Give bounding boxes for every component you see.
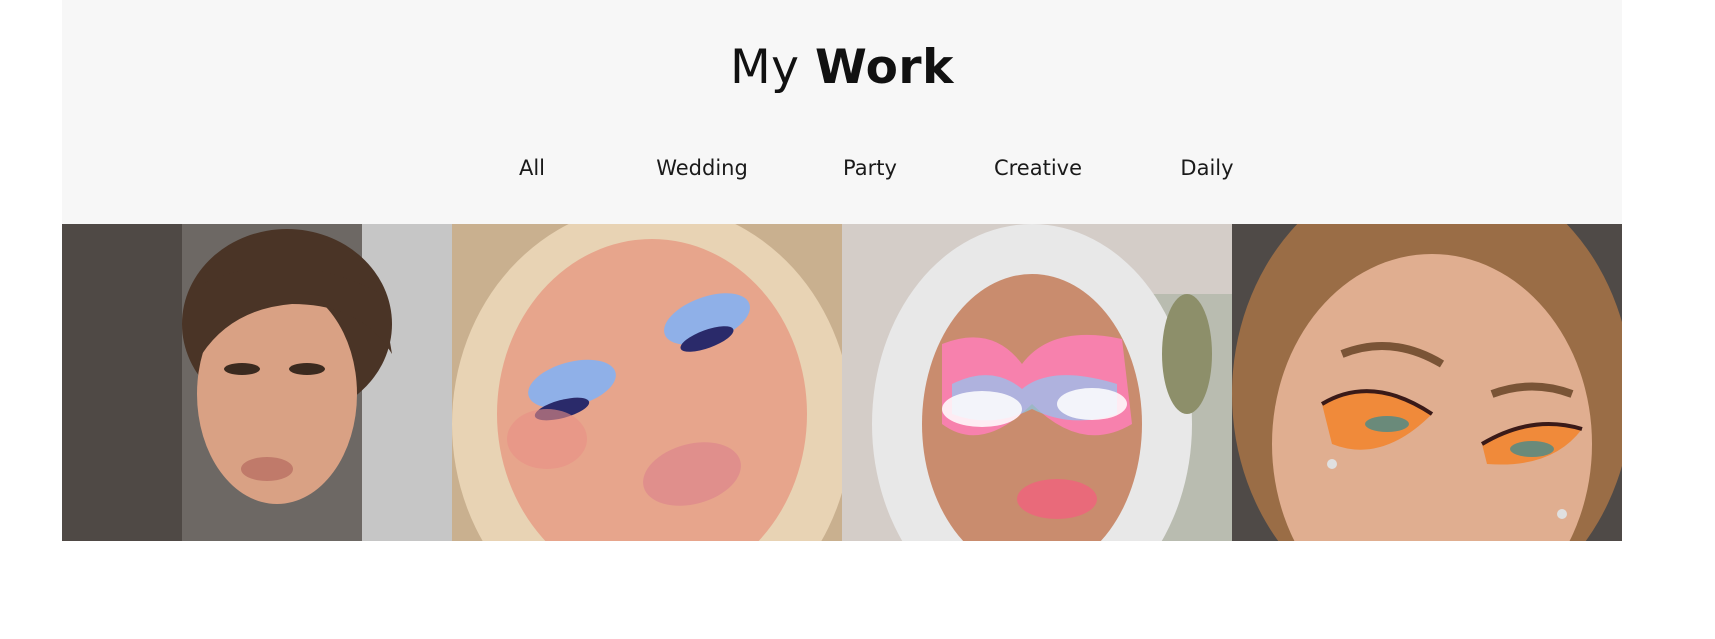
portfolio-section: My Work All Wedding Party Creative Daily bbox=[62, 0, 1622, 224]
section-title-emphasis: Work bbox=[814, 40, 954, 95]
filter-wedding[interactable]: Wedding bbox=[656, 156, 748, 180]
portfolio-image-blue-eyeshadow[interactable] bbox=[452, 224, 842, 541]
filter-daily[interactable]: Daily bbox=[1180, 156, 1233, 180]
portrait-illustration bbox=[1232, 224, 1622, 541]
filter-party[interactable]: Party bbox=[843, 156, 897, 180]
portrait-illustration bbox=[842, 224, 1232, 541]
filter-creative[interactable]: Creative bbox=[994, 156, 1082, 180]
section-title-prefix: My bbox=[730, 40, 800, 95]
portfolio-filters: All Wedding Party Creative Daily bbox=[62, 156, 1622, 186]
section-title: My Work bbox=[62, 40, 1622, 95]
portfolio-gallery bbox=[62, 224, 1622, 541]
portrait-illustration bbox=[452, 224, 842, 541]
portfolio-image-natural-glam[interactable] bbox=[62, 224, 452, 541]
filter-all[interactable]: All bbox=[519, 156, 545, 180]
portfolio-image-rainbow-clouds[interactable] bbox=[842, 224, 1232, 541]
portfolio-image-butterfly-wings[interactable] bbox=[1232, 224, 1622, 541]
portrait-illustration bbox=[62, 224, 452, 541]
